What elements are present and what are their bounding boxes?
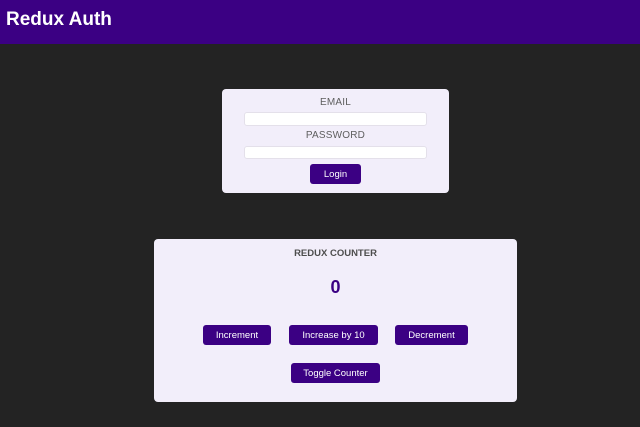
counter-value: 0	[330, 277, 341, 297]
email-input[interactable]	[244, 112, 427, 126]
toggle-counter-button[interactable]: Toggle Counter	[291, 363, 380, 383]
counter-title: REDUX COUNTER	[294, 248, 377, 259]
app-title: Redux Auth	[6, 9, 112, 30]
decrement-button[interactable]: Decrement	[395, 325, 468, 345]
app-header: Redux Auth	[0, 0, 640, 44]
password-label: PASSWORD	[305, 130, 366, 141]
login-button[interactable]: Login	[310, 164, 361, 184]
login-form: EMAIL PASSWORD Login	[222, 89, 449, 193]
password-input[interactable]	[244, 146, 427, 159]
increase-by-10-button[interactable]: Increase by 10	[289, 325, 378, 345]
email-label: EMAIL	[319, 97, 351, 108]
counter-panel: REDUX COUNTER 0 Increment Increase by 10…	[154, 239, 517, 402]
increment-button[interactable]: Increment	[203, 325, 271, 345]
